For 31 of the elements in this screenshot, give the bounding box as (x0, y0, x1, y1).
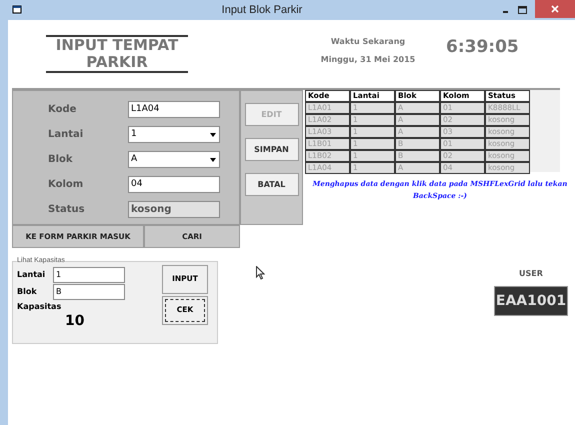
date-text: Minggu, 31 Mei 2015 (320, 54, 416, 66)
side-button[interactable]: BATAL (244, 173, 298, 196)
window-title: Input Blok Parkir (220, 2, 304, 18)
clock-label: Waktu Sekarang (330, 36, 406, 48)
capacity-value: 10 (65, 312, 86, 328)
field-label: Lantai (17, 268, 46, 280)
dropdown[interactable]: 1 (128, 126, 220, 143)
side-button[interactable]: SIMPAN (244, 138, 298, 161)
dropdown[interactable]: A (128, 151, 220, 168)
field-label: Status (48, 203, 86, 217)
close-button[interactable] (535, 0, 575, 18)
input-field[interactable]: 04 (128, 176, 220, 193)
input-field[interactable]: L1A04 (128, 101, 220, 118)
field-label: Kolom (48, 178, 84, 192)
user-label: USER (519, 268, 543, 280)
field-label: Blok (17, 286, 38, 298)
form-title: INPUT TEMPAT PARKIR (46, 35, 188, 73)
app-icon (12, 5, 22, 15)
dropdown-arrow-icon (210, 132, 216, 136)
input-field[interactable]: B (53, 284, 125, 300)
field-label: Kapasitas (17, 300, 62, 312)
field-label: Lantai (48, 128, 84, 142)
cursor-icon (256, 266, 265, 280)
input-field[interactable]: 1 (53, 266, 125, 282)
user-code: EAA1001 (494, 286, 568, 316)
close-icon (551, 5, 559, 13)
field-label: Kode (48, 103, 78, 117)
clock-time: 6:39:05 (446, 36, 519, 59)
maximize-icon[interactable] (518, 6, 527, 14)
field-label: Blok (48, 153, 74, 167)
dropdown-arrow-icon (210, 158, 216, 162)
